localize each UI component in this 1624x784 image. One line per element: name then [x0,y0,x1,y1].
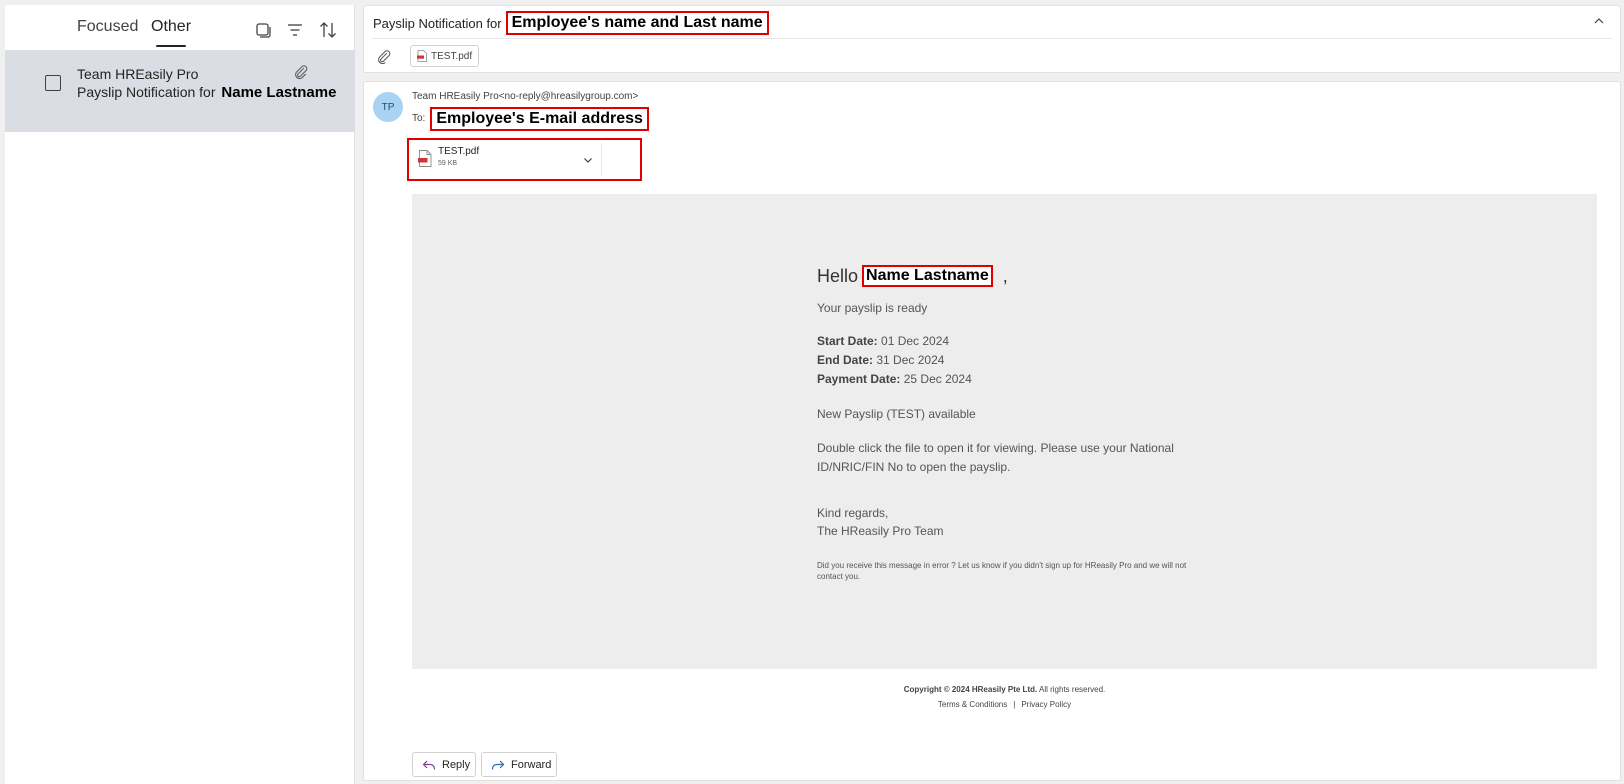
attachment-size: 59 KB [438,160,458,167]
terms-link[interactable]: Terms & Conditions [938,700,1007,709]
reply-button[interactable]: Reply [412,752,476,777]
footer-separator: | [1013,700,1016,709]
attachment-name: TEST.pdf [438,146,480,157]
inbox-tabs: Focused Other [5,5,355,50]
avatar[interactable]: TP [373,92,403,122]
redacted-recipient-email: Employee's E-mail address [430,107,649,131]
redacted-subject-name: Employee's name and Last name [505,11,769,35]
to-label: To: [412,113,426,125]
payslip-available-text: New Payslip (TEST) available [817,407,976,421]
attachment-chip[interactable]: TEST.pdf [410,45,480,67]
reply-icon [422,759,436,771]
end-date-value: 31 Dec 2024 [876,353,945,367]
select-all-icon[interactable] [253,20,273,40]
tab-focused[interactable]: Focused [77,18,138,36]
end-date-row: End Date: 31 Dec 2024 [817,351,1197,370]
mail-sender: Team HREasily Pro [77,66,199,82]
chevron-down-icon[interactable] [582,154,594,166]
disclaimer-text: Did you receive this message in error ? … [817,561,1187,581]
attachment-card[interactable]: TEST.pdf 59 KB [412,143,602,176]
payment-date-row: Payment Date: 25 Dec 2024 [817,370,1197,389]
sort-icon[interactable] [318,20,338,40]
email-content: Hello Name Lastname , Your payslip is re… [817,264,1197,582]
filter-icon[interactable] [285,20,305,40]
list-item[interactable]: Team HREasily Pro Payslip Notification f… [5,50,355,132]
divider [372,38,1612,39]
instructions-line-2: ID/NRIC/FIN No to open the payslip. [817,460,1011,474]
copyright-rest: All rights reserved. [1039,685,1106,694]
footer-links: Terms & Conditions | Privacy Policy [412,700,1597,709]
payment-date-label: Payment Date: [817,372,901,386]
reply-label: Reply [442,758,471,771]
attachment-icon [293,64,309,80]
forward-icon [491,759,505,771]
copyright-holder: Copyright © 2024 HReasily Pte Ltd. [903,685,1038,694]
greeting: Hello Name Lastname , [817,264,1197,288]
instructions-text: Double click the file to open it for vie… [817,439,1197,477]
payment-date-value: 25 Dec 2024 [903,372,972,386]
select-checkbox[interactable] [45,75,61,91]
pdf-file-icon [417,50,427,62]
start-date-value: 01 Dec 2024 [881,334,950,348]
attachment-highlight: TEST.pdf 59 KB [407,138,642,181]
tab-other[interactable]: Other [151,18,191,36]
email-body: Hello Name Lastname , Your payslip is re… [412,194,1597,669]
sender-address[interactable]: Team HREasily Pro<no-reply@hreasilygroup… [412,91,638,102]
active-tab-indicator [156,45,186,47]
forward-label: Forward [511,758,552,771]
page-title: Payslip Notification for Employee's name… [373,11,769,35]
recipient-line: To: Employee's E-mail address [412,107,649,131]
collapse-icon[interactable] [1592,14,1606,28]
redacted-greeting-name: Name Lastname [862,265,993,287]
signoff: Kind regards, The HReasily Pro Team [817,504,1197,540]
message-list-pane: Focused Other Team HREasily Pro Payslip … [5,5,355,784]
message-card: TP Team HREasily Pro<no-reply@hreasilygr… [363,81,1621,781]
mail-subject: Payslip Notification for Name Lastname [77,84,336,101]
greeting-text: Hello [817,265,859,286]
end-date-label: End Date: [817,353,874,367]
attachment-chip-label: TEST.pdf [431,50,473,62]
payslip-ready-text: Your payslip is ready [817,301,928,315]
greeting-comma: , [1002,265,1008,286]
pdf-file-icon [418,150,432,167]
start-date-label: Start Date: [817,334,878,348]
privacy-link[interactable]: Privacy Policy [1021,700,1071,709]
start-date-row: Start Date: 01 Dec 2024 [817,332,1197,351]
subject-prefix: Payslip Notification for [373,15,502,31]
payslip-dates: Start Date: 01 Dec 2024 End Date: 31 Dec… [817,332,1197,389]
redacted-recipient-name: Name Lastname [221,84,337,101]
instructions-line-1: Double click the file to open it for vie… [817,441,1174,455]
forward-button[interactable]: Forward [481,752,557,777]
signoff-line-1: Kind regards, [817,506,889,520]
signoff-line-2: The HReasily Pro Team [817,524,944,538]
copyright: Copyright © 2024 HReasily Pte Ltd. All r… [412,685,1597,694]
reading-pane-header: Payslip Notification for Employee's name… [363,5,1621,73]
mail-subject-prefix: Payslip Notification for [77,84,216,100]
attachment-icon [376,49,392,65]
